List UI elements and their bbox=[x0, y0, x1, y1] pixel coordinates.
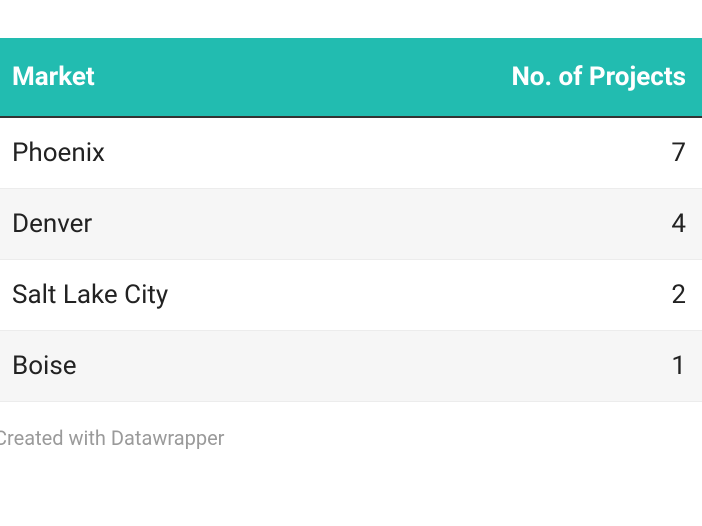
table-row: Denver 4 bbox=[0, 189, 702, 260]
cell-projects: 2 bbox=[351, 260, 702, 331]
projects-table: Market No. of Projects Phoenix 7 Denver … bbox=[0, 38, 702, 402]
cell-market: Denver bbox=[0, 189, 351, 260]
col-header-market: Market bbox=[0, 38, 351, 117]
table-row: Phoenix 7 bbox=[0, 117, 702, 189]
cell-projects: 1 bbox=[351, 331, 702, 402]
table-row: Boise 1 bbox=[0, 331, 702, 402]
table-row: Salt Lake City 2 bbox=[0, 260, 702, 331]
col-header-projects: No. of Projects bbox=[351, 38, 702, 117]
credit-text: Created with Datawrapper bbox=[0, 402, 702, 450]
table-header-row: Market No. of Projects bbox=[0, 38, 702, 117]
cell-projects: 7 bbox=[351, 117, 702, 189]
cell-market: Phoenix bbox=[0, 117, 351, 189]
cell-market: Salt Lake City bbox=[0, 260, 351, 331]
cell-market: Boise bbox=[0, 331, 351, 402]
cell-projects: 4 bbox=[351, 189, 702, 260]
